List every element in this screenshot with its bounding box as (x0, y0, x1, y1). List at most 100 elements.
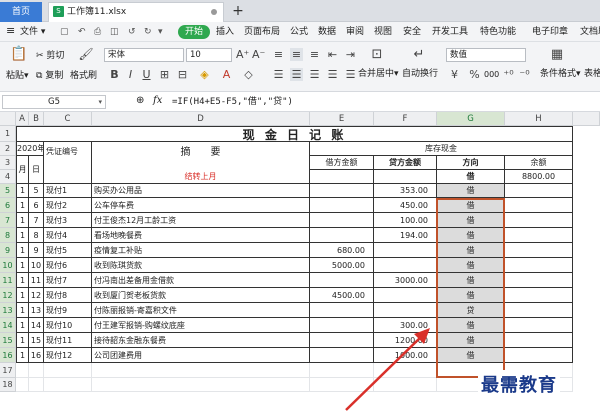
row-direction[interactable]: 借 (437, 228, 505, 243)
row-summary[interactable]: 看场地晚餐费 (92, 228, 310, 243)
row-month[interactable]: 1 (16, 303, 29, 318)
row-month[interactable]: 1 (16, 213, 29, 228)
empty-cell[interactable] (44, 378, 92, 392)
menu-security[interactable]: 安全 (403, 25, 421, 39)
row-voucher[interactable]: 现付9 (44, 303, 92, 318)
column-header-e[interactable]: E (310, 112, 374, 126)
row-summary[interactable]: 公车停车费 (92, 198, 310, 213)
row-balance[interactable] (505, 258, 573, 273)
row-direction[interactable]: 借 (437, 258, 505, 273)
row-balance[interactable] (505, 273, 573, 288)
row-header[interactable]: 18 (0, 378, 16, 392)
row-month[interactable]: 1 (16, 184, 29, 198)
credit-header[interactable]: 贷方金额 (374, 156, 437, 170)
row-credit[interactable]: 1200.00 (374, 333, 437, 348)
format-painter-icon[interactable]: 🖌 (78, 48, 94, 64)
row-header[interactable]: 9 (0, 243, 16, 258)
direction-header[interactable]: 方向 (437, 156, 505, 170)
row-voucher[interactable]: 现付3 (44, 213, 92, 228)
customize-icon[interactable]: ▾ (158, 25, 163, 39)
currency-icon[interactable]: ¥ (448, 68, 461, 81)
row-voucher[interactable]: 现付2 (44, 198, 92, 213)
row-debit[interactable] (310, 303, 374, 318)
row-header[interactable]: 14 (0, 318, 16, 333)
row-day[interactable]: 9 (29, 243, 44, 258)
column-header-h[interactable]: H (505, 112, 573, 126)
empty-cell[interactable] (310, 363, 374, 378)
row-debit[interactable] (310, 318, 374, 333)
row-month[interactable]: 1 (16, 288, 29, 303)
row-balance[interactable] (505, 198, 573, 213)
row-credit[interactable]: 450.00 (374, 198, 437, 213)
indent-decrease-icon[interactable]: ⇤ (326, 48, 339, 61)
indent-increase-icon[interactable]: ⇥ (344, 48, 357, 61)
row-debit[interactable] (310, 184, 374, 198)
row-header[interactable]: 1 (0, 126, 16, 142)
row-voucher[interactable]: 现付8 (44, 288, 92, 303)
row-header[interactable]: 12 (0, 288, 16, 303)
row-direction[interactable]: 借 (437, 243, 505, 258)
row-day[interactable]: 5 (29, 184, 44, 198)
copy-button[interactable]: ⧉ 复制 (36, 70, 63, 82)
menu-doc-assistant[interactable]: 文档助 (580, 25, 600, 39)
menu-view[interactable]: 视图 (374, 25, 392, 39)
menu-review[interactable]: 审阅 (346, 25, 364, 39)
row-voucher[interactable]: 现付5 (44, 243, 92, 258)
row-balance[interactable] (505, 213, 573, 228)
empty-cell[interactable] (44, 363, 92, 378)
row-direction[interactable]: 借 (437, 273, 505, 288)
empty-cell[interactable] (310, 378, 374, 392)
carry-forward-label[interactable]: 结转上月 (92, 170, 310, 184)
row-month[interactable]: 1 (16, 318, 29, 333)
row-debit[interactable] (310, 213, 374, 228)
align-middle-icon[interactable]: ≡ (290, 48, 303, 61)
row-voucher[interactable]: 现付1 (44, 184, 92, 198)
row-voucher[interactable]: 现付12 (44, 348, 92, 363)
tab-home[interactable]: 首页 (0, 2, 42, 22)
shrink-font-icon[interactable]: A⁻ (252, 48, 265, 61)
carry-forward-credit[interactable] (374, 170, 437, 184)
row-direction[interactable]: 贷 (437, 303, 505, 318)
menu-start[interactable]: 开始 (178, 25, 210, 39)
align-top-icon[interactable]: ≡ (272, 48, 285, 61)
row-debit[interactable] (310, 348, 374, 363)
merge-cells-icon[interactable]: ⊟ (176, 68, 189, 81)
row-balance[interactable] (505, 184, 573, 198)
row-credit[interactable] (374, 303, 437, 318)
row-balance[interactable] (505, 333, 573, 348)
name-box[interactable]: G5 ▾ (2, 95, 106, 109)
fill-color-icon[interactable]: ◈ (198, 68, 211, 81)
row-summary[interactable]: 收到厦门贺老板货款 (92, 288, 310, 303)
column-header-g[interactable]: G (437, 112, 505, 126)
merge-center-icon[interactable]: ⊡ (368, 48, 386, 61)
row-credit[interactable] (374, 288, 437, 303)
row-debit[interactable]: 680.00 (310, 243, 374, 258)
align-center-icon[interactable]: ☰ (290, 68, 303, 81)
decrease-decimal-icon[interactable]: ⁻⁰ (518, 68, 531, 81)
row-summary[interactable]: 接待韶东金融东餐费 (92, 333, 310, 348)
row-header[interactable]: 4 (0, 170, 16, 184)
row-credit[interactable]: 353.00 (374, 184, 437, 198)
row-header[interactable]: 2 (0, 142, 16, 156)
table-style-button[interactable]: 表格 (584, 68, 600, 80)
row-debit[interactable] (310, 228, 374, 243)
border-icon[interactable]: ⊞ (158, 68, 171, 81)
row-balance[interactable] (505, 243, 573, 258)
row-voucher[interactable]: 现付4 (44, 228, 92, 243)
carry-forward-debit[interactable] (310, 170, 374, 184)
save-icon[interactable]: ▢ (60, 25, 69, 39)
balance-header[interactable]: 余额 (505, 156, 573, 170)
voucher-header[interactable]: 凭证编号 (44, 142, 92, 184)
thousands-button[interactable]: 000 (484, 69, 499, 81)
row-month[interactable]: 1 (16, 333, 29, 348)
row-balance[interactable] (505, 318, 573, 333)
row-summary[interactable]: 付王俊杰12月工龄工资 (92, 213, 310, 228)
paste-icon[interactable]: 📋 (10, 47, 27, 64)
row-day[interactable]: 11 (29, 273, 44, 288)
menu-features[interactable]: 特色功能 (480, 25, 516, 39)
row-direction[interactable]: 借 (437, 318, 505, 333)
row-header[interactable]: 11 (0, 273, 16, 288)
conditional-format-icon[interactable]: ▦ (548, 48, 566, 61)
row-summary[interactable]: 疫情复工补贴 (92, 243, 310, 258)
font-name-select[interactable]: 宋体 (104, 48, 184, 62)
